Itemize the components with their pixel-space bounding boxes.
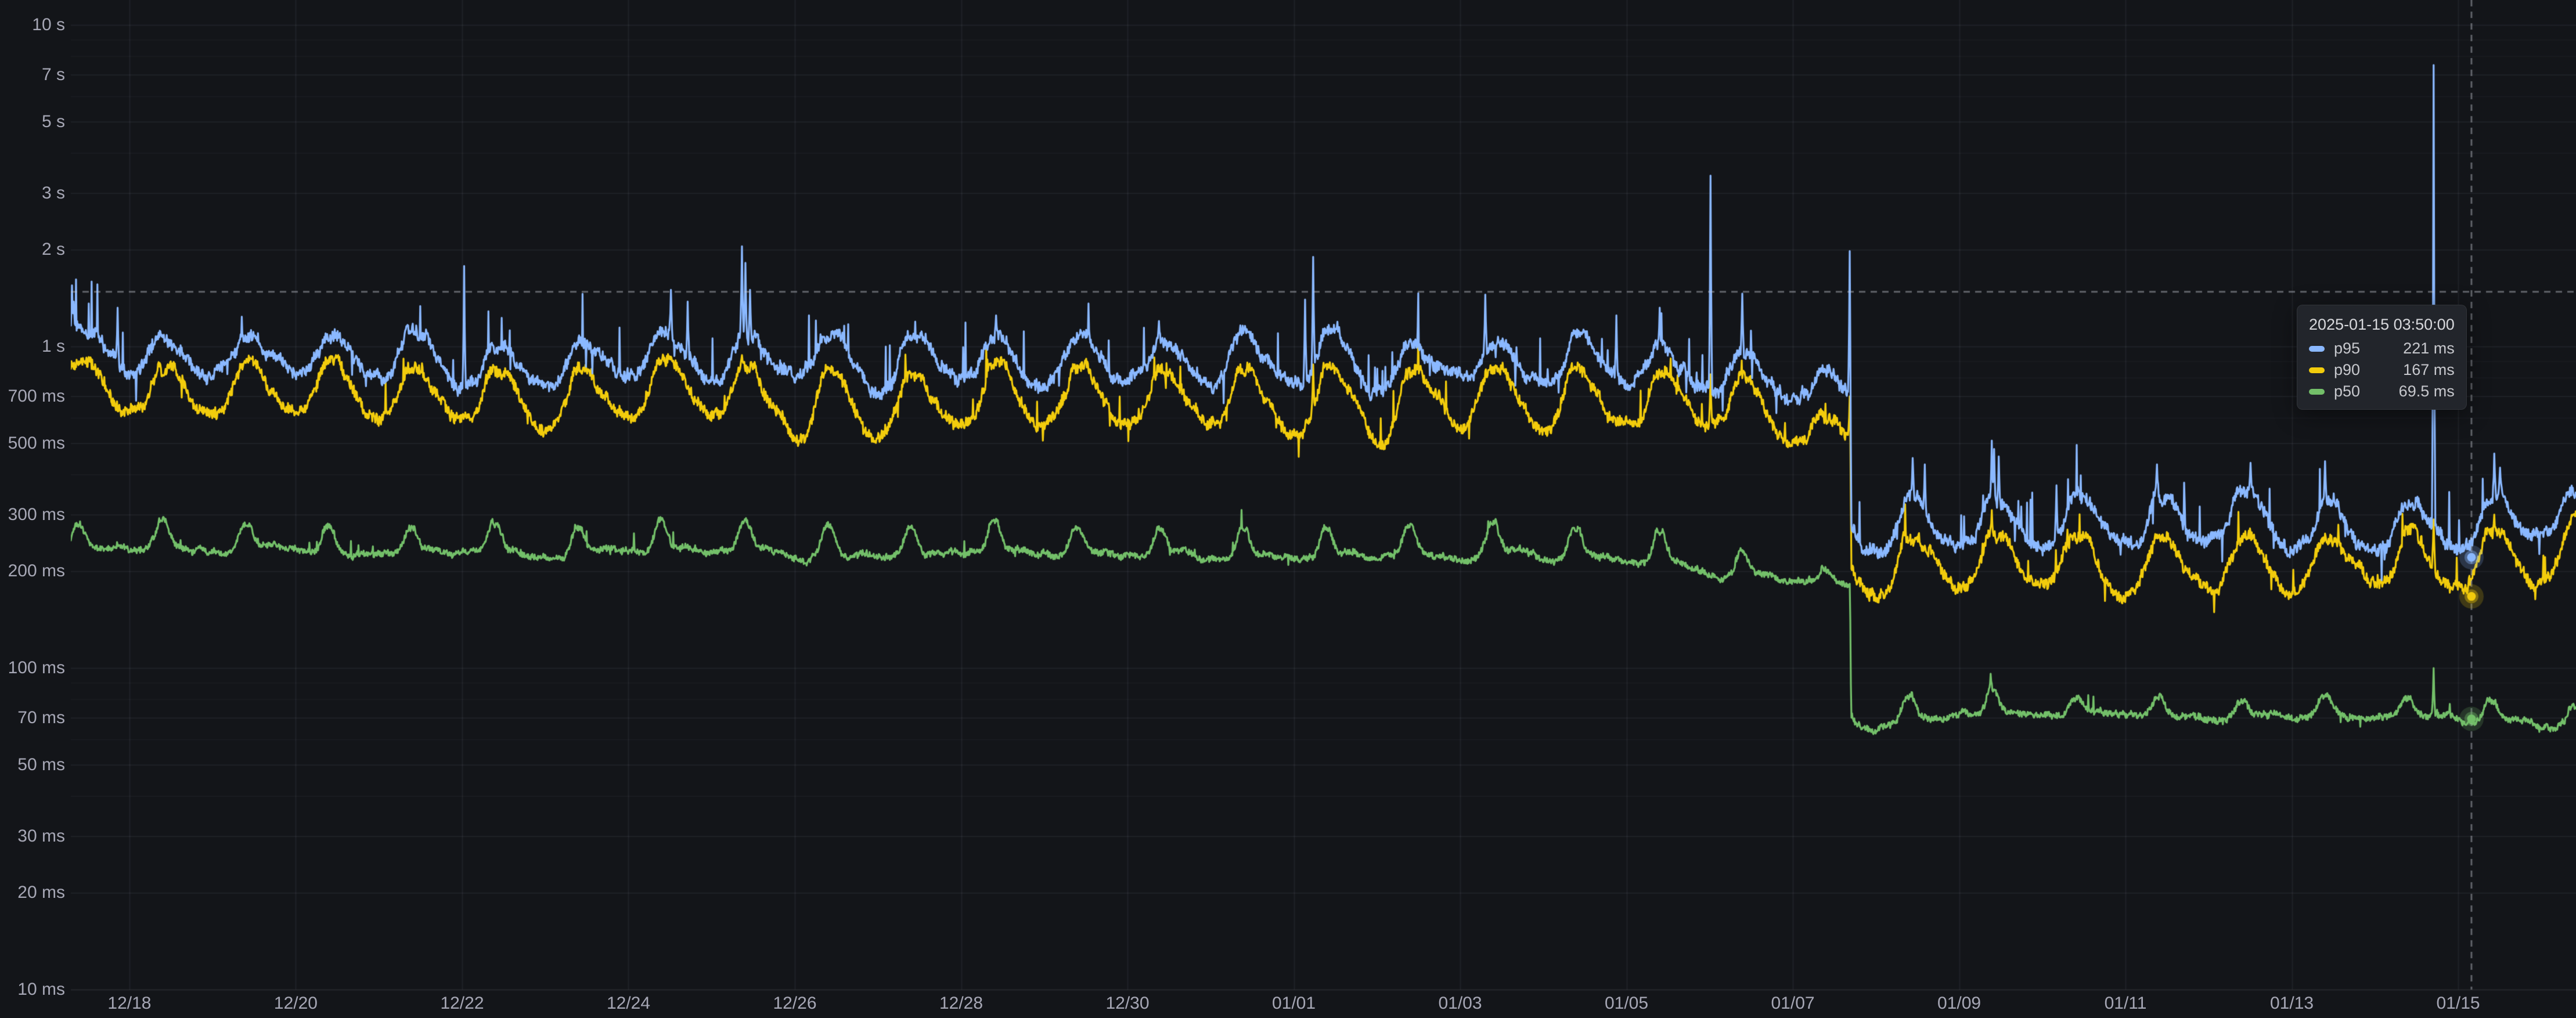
- tooltip-row: p95 221 ms: [2309, 338, 2455, 359]
- x-tick-label: 12/30: [1069, 994, 1186, 1013]
- series-color-swatch: [2309, 367, 2325, 373]
- series-color-swatch: [2309, 389, 2325, 395]
- series-value: 167 ms: [2403, 361, 2455, 379]
- x-tick-label: 01/09: [1901, 994, 2017, 1013]
- series-name: p50: [2334, 382, 2360, 400]
- y-tick-label: 7 s: [0, 66, 65, 84]
- series-name: p95: [2334, 340, 2360, 358]
- x-tick-label: 12/28: [903, 994, 1019, 1013]
- y-tick-label: 5 s: [0, 113, 65, 131]
- y-tick-label: 700 ms: [0, 388, 65, 405]
- x-tick-label: 12/18: [71, 994, 188, 1013]
- tooltip-row: p50 69.5 ms: [2309, 381, 2455, 402]
- x-tick-label: 01/03: [1402, 994, 1518, 1013]
- tooltip-row: p90 167 ms: [2309, 359, 2455, 381]
- x-tick-label: 01/13: [2234, 994, 2350, 1013]
- series-name: p90: [2334, 361, 2360, 379]
- hover-tooltip: 2025-01-15 03:50:00 p95 221 ms p90 167 ms p5…: [2297, 305, 2467, 410]
- y-axis-labels: 10 s 7 s 5 s 3 s 2 s 1 s 700 ms 500 ms 300 ms 200…: [0, 0, 71, 1018]
- chart-canvas[interactable]: [0, 0, 2576, 1018]
- y-tick-label: 30 ms: [0, 828, 65, 845]
- x-tick-label: 12/24: [570, 994, 686, 1013]
- x-tick-label: 12/26: [737, 994, 853, 1013]
- series-value: 69.5 ms: [2399, 382, 2455, 400]
- y-tick-label: 20 ms: [0, 884, 65, 901]
- series-color-swatch: [2309, 346, 2325, 352]
- grafana-latency-panel: { "panel": { "background": "#131519", "g…: [0, 0, 2576, 1018]
- y-tick-label: 300 ms: [0, 506, 65, 524]
- y-tick-label: 500 ms: [0, 435, 65, 452]
- x-tick-label: 01/05: [1569, 994, 1685, 1013]
- y-tick-label: 10 ms: [0, 981, 65, 998]
- tooltip-timestamp: 2025-01-15 03:50:00: [2309, 313, 2455, 335]
- x-tick-label: 01/07: [1735, 994, 1851, 1013]
- y-tick-label: 70 ms: [0, 709, 65, 727]
- tooltip-rows: p95 221 ms p90 167 ms p50 69.5 ms: [2309, 338, 2455, 402]
- x-tick-label: 12/22: [404, 994, 520, 1013]
- x-tick-label: 01/11: [2067, 994, 2184, 1013]
- x-tick-label: 01/01: [1236, 994, 1352, 1013]
- y-tick-label: 3 s: [0, 185, 65, 202]
- series-value: 221 ms: [2403, 340, 2455, 358]
- x-tick-label: 12/20: [237, 994, 354, 1013]
- x-tick-label: 01/15: [2400, 994, 2516, 1013]
- y-tick-label: 100 ms: [0, 659, 65, 677]
- y-tick-label: 1 s: [0, 338, 65, 355]
- y-tick-label: 50 ms: [0, 756, 65, 774]
- y-tick-label: 10 s: [0, 16, 65, 34]
- latency-chart-panel: 10 s 7 s 5 s 3 s 2 s 1 s 700 ms 500 ms 300 ms 200…: [0, 0, 2576, 1018]
- y-tick-label: 200 ms: [0, 562, 65, 580]
- y-tick-label: 2 s: [0, 241, 65, 258]
